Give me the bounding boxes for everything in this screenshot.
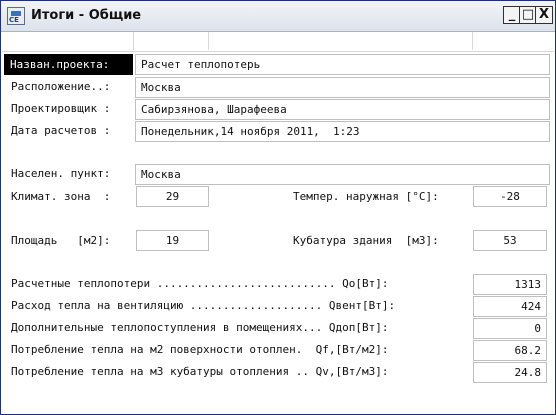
result-label: Потребление тепла на м2 поверхности отоп… (11, 343, 389, 356)
heat-per-m3-field[interactable]: 24.8 (473, 362, 547, 383)
location-field[interactable]: Москва (135, 77, 550, 98)
title-bar[interactable]: СЕ Итоги - Общие _ □ X (1, 1, 555, 32)
header-cell (2, 32, 134, 50)
result-label: Расчетные теплопотери ..................… (11, 277, 389, 290)
project-name-field[interactable]: Расчет теплопотерь (135, 54, 550, 75)
settlement-field[interactable]: Москва (135, 164, 550, 185)
climate-zone-field[interactable]: 29 (136, 186, 209, 207)
designer-label: Проектировщик : (11, 102, 111, 115)
volume-label: Кубатура здания [м3]: (293, 234, 439, 247)
climate-zone-label: Климат. зона : (11, 190, 111, 203)
project-name-label: Назван.проекта: (4, 54, 133, 75)
app-icon-label: СЕ (9, 16, 19, 24)
area-label: Площадь [м2]: (11, 234, 111, 247)
designer-field[interactable]: Сабирзянова, Шарафеева (135, 99, 550, 120)
heat-per-m2-field[interactable]: 68.2 (473, 340, 547, 361)
result-label: Дополнительные теплопоступления в помеще… (11, 321, 389, 334)
result-label: Потребление тепла на м3 кубатуры отоплен… (11, 365, 389, 378)
app-icon[interactable]: СЕ (7, 7, 25, 25)
heat-loss-field[interactable]: 1313 (473, 274, 547, 295)
header-strip (2, 32, 554, 52)
header-cell (208, 32, 473, 50)
header-cell (133, 32, 209, 50)
calc-date-label: Дата расчетов : (11, 124, 111, 137)
window-title: Итоги - Общие (31, 8, 142, 23)
ventilation-heat-field[interactable]: 424 (473, 296, 547, 317)
calc-date-field[interactable]: Понедельник,14 ноября 2011, 1:23 (135, 121, 550, 142)
outdoor-temp-label: Темпер. наружная [°C]: (293, 190, 439, 203)
area-field[interactable]: 19 (136, 230, 209, 251)
summary-window: СЕ Итоги - Общие _ □ X Назван.проекта: Р… (0, 0, 556, 415)
settlement-label: Населен. пункт: (11, 167, 111, 180)
result-label: Расход тепла на вентиляцию .............… (11, 299, 396, 312)
additional-heat-field[interactable]: 0 (473, 318, 547, 339)
location-label: Расположение..: (11, 80, 111, 93)
outdoor-temp-field[interactable]: -28 (473, 186, 547, 207)
close-button[interactable]: X (535, 6, 553, 24)
volume-field[interactable]: 53 (473, 230, 547, 251)
